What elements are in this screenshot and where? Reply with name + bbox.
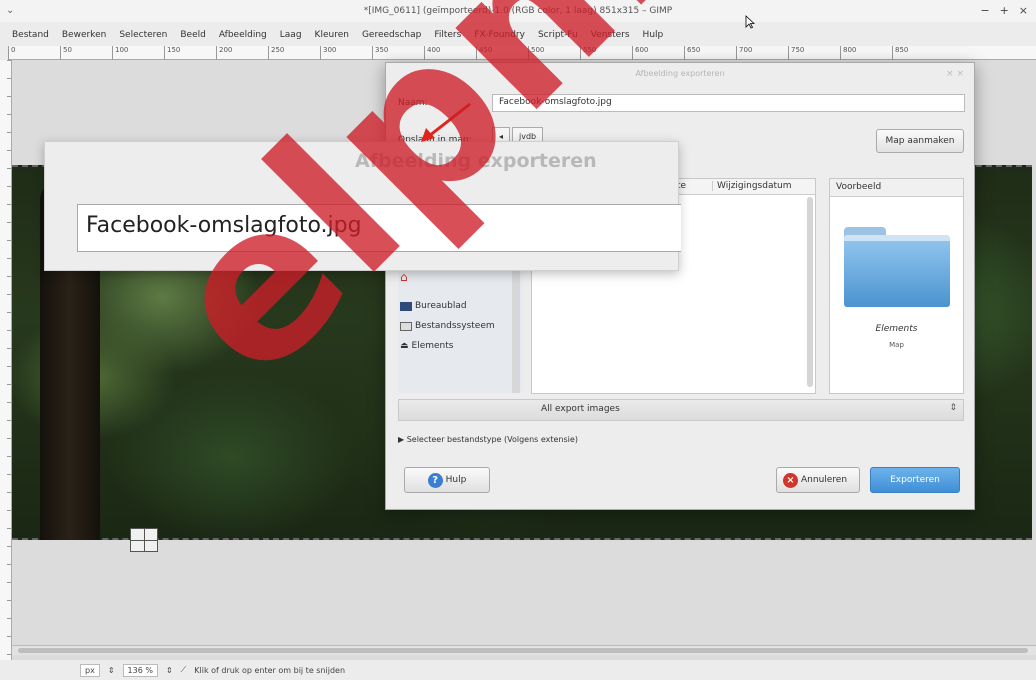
status-bar: px ⇕ 136 % ⇕ ⟋ Klik of druk op enter om … xyxy=(0,660,1036,680)
column-modified[interactable]: Wijzigingsdatum xyxy=(712,181,791,191)
horizontal-scrollbar[interactable] xyxy=(12,645,1036,655)
home-icon: ⌂ xyxy=(400,270,408,284)
ruler-tick: 750 xyxy=(788,46,840,60)
export-button[interactable]: Exporteren xyxy=(870,467,960,493)
menu-laag[interactable]: Laag xyxy=(280,30,302,40)
desktop-icon xyxy=(400,301,412,311)
dialog-title-bar: Afbeelding exporteren × × xyxy=(386,63,974,85)
cancel-icon: × xyxy=(783,472,798,488)
filter-value: All export images xyxy=(541,404,620,414)
preview-pane: Voorbeeld Elements Map xyxy=(829,178,964,394)
window-title: *[IMG_0611] (geïmporteerd)-1.0 (RGB colo… xyxy=(363,6,673,16)
preview-type: Map xyxy=(889,341,904,349)
ruler-tick: 300 xyxy=(320,46,372,60)
file-filter-select[interactable]: All export images ⇕ xyxy=(398,399,964,421)
dialog-close-button[interactable]: × × xyxy=(946,63,964,85)
menu-selecteren[interactable]: Selecteren xyxy=(119,30,167,40)
ruler-tick: 450 xyxy=(476,46,528,60)
cancel-label: Annuleren xyxy=(801,475,848,485)
menu-bewerken[interactable]: Bewerken xyxy=(62,30,106,40)
horizontal-ruler[interactable]: 0 50 100 150 200 250 300 350 400 450 500… xyxy=(8,46,1036,60)
menu-hulp[interactable]: Hulp xyxy=(643,30,664,40)
menu-afbeelding[interactable]: Afbeelding xyxy=(219,30,267,40)
place-label: Elements xyxy=(411,341,454,351)
vertical-ruler[interactable] xyxy=(0,60,12,670)
menu-gereedschap[interactable]: Gereedschap xyxy=(362,30,421,40)
eject-icon: ⏏ xyxy=(400,340,409,351)
ruler-tick: 50 xyxy=(60,46,112,60)
menu-kleuren[interactable]: Kleuren xyxy=(315,30,349,40)
zoom-callout: Afbeelding exporteren Facebook-omslagfot… xyxy=(44,141,681,271)
ruler-tick: 0 xyxy=(8,46,60,60)
filetype-expander[interactable]: ▶ Selecteer bestandstype (Volgens extens… xyxy=(398,435,578,444)
menu-beeld[interactable]: Beeld xyxy=(180,30,205,40)
folder-icon xyxy=(844,227,950,307)
place-label: Bestandssysteem xyxy=(415,321,495,331)
name-input[interactable]: Facebook-omslagfoto.jpg xyxy=(492,94,965,112)
window-menu-icon[interactable]: ⌄ xyxy=(6,5,14,16)
unit-spin-icon[interactable]: ⇕ xyxy=(108,666,115,675)
navigate-icon[interactable] xyxy=(130,528,158,552)
ruler-tick: 800 xyxy=(840,46,892,60)
scrollbar-thumb[interactable] xyxy=(18,648,1028,653)
ruler-tick: 600 xyxy=(632,46,684,60)
ruler-tick: 350 xyxy=(372,46,424,60)
ruler-tick: 550 xyxy=(580,46,632,60)
export-label: Exporteren xyxy=(890,475,940,485)
zoom-title: Afbeelding exporteren xyxy=(355,150,597,172)
preview-header: Voorbeeld xyxy=(830,179,963,197)
help-button[interactable]: ? Hulp xyxy=(404,467,490,493)
place-filesystem[interactable]: Bestandssysteem xyxy=(400,321,495,331)
help-icon: ? xyxy=(427,472,443,488)
close-button[interactable]: × xyxy=(1019,4,1028,17)
minimize-button[interactable]: − xyxy=(980,4,989,17)
menu-script-fu[interactable]: Script-Fu xyxy=(538,30,578,40)
ruler-tick: 650 xyxy=(684,46,736,60)
ruler-tick: 150 xyxy=(164,46,216,60)
crop-tool-icon: ⟋ xyxy=(180,665,187,674)
title-bar: ⌄ *[IMG_0611] (geïmporteerd)-1.0 (RGB co… xyxy=(0,0,1036,22)
preview-name: Elements xyxy=(875,324,918,334)
cancel-button[interactable]: × Annuleren xyxy=(776,467,860,493)
drive-icon xyxy=(400,321,412,331)
red-arrow-icon xyxy=(421,102,471,142)
status-message: Klik of druk op enter om bij te snijden xyxy=(194,665,346,675)
menu-bar: Bestand Bewerken Selecteren Beeld Afbeel… xyxy=(0,27,1036,43)
maximize-button[interactable]: + xyxy=(1000,4,1009,17)
menu-bestand[interactable]: Bestand xyxy=(12,30,49,40)
expander-arrow-icon: ▶ xyxy=(398,435,405,444)
create-folder-button[interactable]: Map aanmaken xyxy=(876,129,964,153)
expander-label: Selecteer bestandstype (Volgens extensie… xyxy=(406,435,578,444)
ruler-tick: 400 xyxy=(424,46,476,60)
zoom-spin-icon[interactable]: ⇕ xyxy=(166,666,173,675)
ruler-tick: 850 xyxy=(892,46,944,60)
file-list-scrollbar[interactable] xyxy=(807,197,813,387)
place-home[interactable]: ⌂ xyxy=(400,270,408,284)
menu-fx-foundry[interactable]: FX-Foundry xyxy=(474,30,525,40)
place-elements[interactable]: ⏏ Elements xyxy=(400,341,453,351)
ruler-tick: 200 xyxy=(216,46,268,60)
place-desktop[interactable]: Bureaublad xyxy=(400,301,467,311)
place-label: Bureaublad xyxy=(415,301,467,311)
ruler-tick: 700 xyxy=(736,46,788,60)
unit-select[interactable]: px xyxy=(80,663,100,677)
menu-vensters[interactable]: Vensters xyxy=(591,30,630,40)
zoom-select[interactable]: 136 % xyxy=(122,663,158,677)
zoom-name-input: Facebook-omslagfoto.jpg xyxy=(77,204,681,252)
ruler-tick: 250 xyxy=(268,46,320,60)
window-controls: − + × xyxy=(980,4,1028,17)
ruler-tick: 500 xyxy=(528,46,580,60)
menu-filters[interactable]: Filters xyxy=(434,30,461,40)
dropdown-arrows-icon: ⇕ xyxy=(949,403,957,413)
dialog-title: Afbeelding exporteren xyxy=(635,69,725,78)
ruler-tick: 100 xyxy=(112,46,164,60)
help-label: Hulp xyxy=(445,475,467,485)
